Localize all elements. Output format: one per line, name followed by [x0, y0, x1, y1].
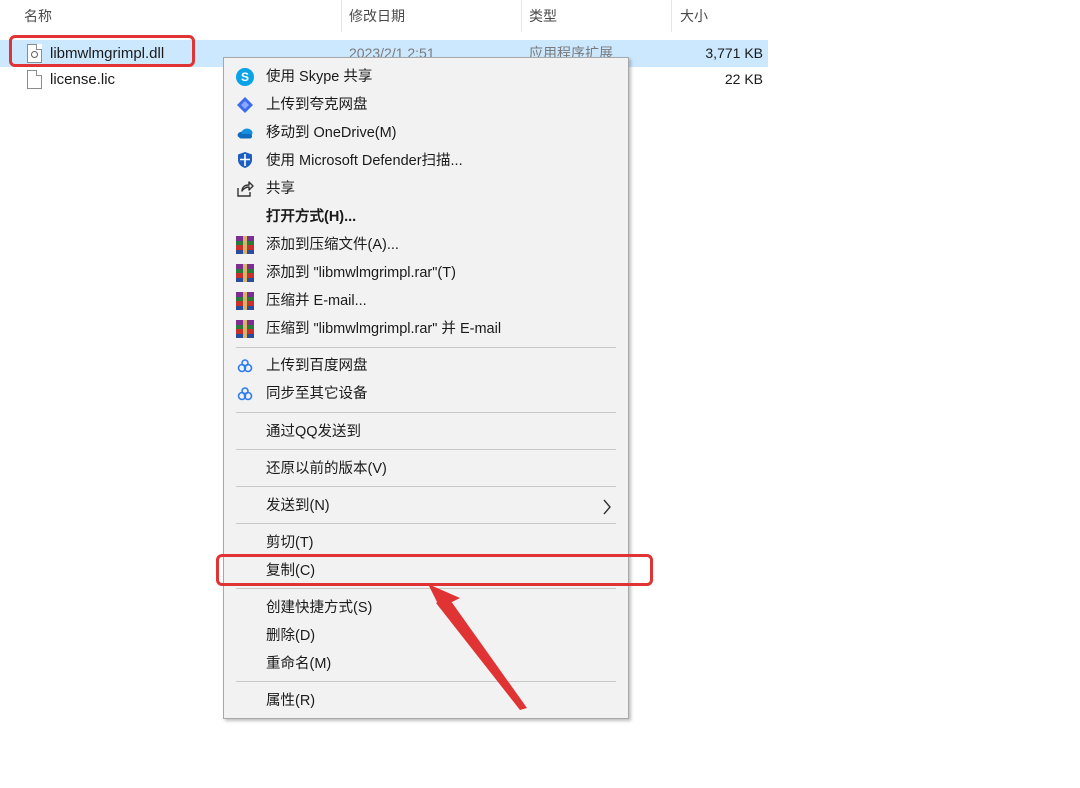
annotation-arrow-icon [428, 584, 527, 710]
